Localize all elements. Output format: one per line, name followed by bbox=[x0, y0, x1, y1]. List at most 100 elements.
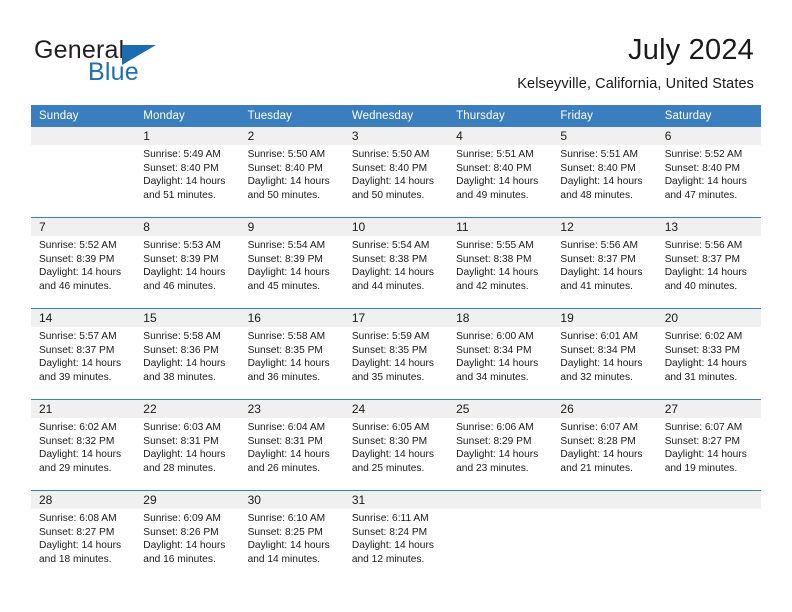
sunset-time: Sunset: 8:37 PM bbox=[39, 344, 115, 356]
calendar-day-cell[interactable]: 27 Sunrise: 6:07 AM Sunset: 8:27 PM Dayligh… bbox=[656, 399, 761, 491]
sunset-time: Sunset: 8:36 PM bbox=[143, 344, 219, 356]
general-blue-logo[interactable]: General Blue bbox=[34, 36, 264, 92]
day-cell-details: Sunrise: 5:54 AM Sunset: 8:38 PM Daylight:… bbox=[344, 236, 448, 293]
calendar-day-cell[interactable]: 22 Sunrise: 6:03 AM Sunset: 8:31 PM Dayligh… bbox=[135, 399, 240, 491]
day-number: 10 bbox=[343, 218, 449, 236]
daylight-duration-line2: and 39 minutes. bbox=[39, 371, 112, 383]
calendar-day-cell[interactable]: 9 Sunrise: 5:54 AM Sunset: 8:39 PM Daylight… bbox=[239, 217, 344, 309]
calendar-day-cell[interactable]: 18 Sunrise: 6:00 AM Sunset: 8:34 PM Dayligh… bbox=[448, 308, 553, 400]
day-number bbox=[31, 127, 136, 145]
weekday-header-tuesday: Tuesday bbox=[239, 105, 344, 127]
calendar-day-cell[interactable]: 11 Sunrise: 5:55 AM Sunset: 8:38 PM Dayligh… bbox=[448, 217, 553, 309]
weekday-header-monday: Monday bbox=[135, 105, 240, 127]
day-number: 17 bbox=[343, 309, 449, 327]
calendar-day-cell[interactable]: 8 Sunrise: 5:53 AM Sunset: 8:39 PM Daylight… bbox=[135, 217, 240, 309]
calendar-day-cell[interactable]: 23 Sunrise: 6:04 AM Sunset: 8:31 PM Dayligh… bbox=[239, 399, 344, 491]
calendar-day-cell[interactable]: 31 Sunrise: 6:11 AM Sunset: 8:24 PM Dayligh… bbox=[343, 490, 449, 581]
calendar-day-cell[interactable]: 3 Sunrise: 5:50 AM Sunset: 8:40 PM Daylight… bbox=[343, 127, 449, 218]
sunset-time: Sunset: 8:38 PM bbox=[456, 253, 532, 265]
day-number: 16 bbox=[239, 309, 344, 327]
day-number: 26 bbox=[552, 400, 657, 418]
day-cell-details: Sunrise: 5:53 AM Sunset: 8:39 PM Daylight:… bbox=[135, 236, 239, 293]
calendar-day-cell[interactable]: 29 Sunrise: 6:09 AM Sunset: 8:26 PM Dayligh… bbox=[135, 490, 240, 581]
calendar-week-row: 1 Sunrise: 5:49 AM Sunset: 8:40 PM Daylight… bbox=[31, 127, 761, 218]
sunrise-time: Sunrise: 6:03 AM bbox=[143, 422, 221, 433]
calendar-day-cell[interactable]: 15 Sunrise: 5:58 AM Sunset: 8:36 PM Dayligh… bbox=[135, 308, 240, 400]
calendar-day-cell[interactable]: 20 Sunrise: 6:02 AM Sunset: 8:33 PM Dayligh… bbox=[656, 308, 761, 400]
daylight-duration-line1: Daylight: 14 hours bbox=[456, 358, 539, 370]
calendar-week-row: 7 Sunrise: 5:52 AM Sunset: 8:39 PM Daylight… bbox=[31, 217, 761, 309]
sunrise-time: Sunrise: 6:01 AM bbox=[560, 331, 638, 342]
calendar-day-cell[interactable]: 1 Sunrise: 5:49 AM Sunset: 8:40 PM Daylight… bbox=[135, 127, 240, 218]
day-cell-inner: 22 Sunrise: 6:03 AM Sunset: 8:31 PM Dayligh… bbox=[135, 400, 240, 490]
day-cell-details: Sunrise: 6:02 AM Sunset: 8:33 PM Daylight:… bbox=[657, 327, 761, 384]
calendar-day-cell[interactable]: 14 Sunrise: 5:57 AM Sunset: 8:37 PM Dayligh… bbox=[31, 308, 136, 400]
calendar-day-cell[interactable]: 2 Sunrise: 5:50 AM Sunset: 8:40 PM Daylight… bbox=[239, 127, 344, 218]
day-cell-inner: 3 Sunrise: 5:50 AM Sunset: 8:40 PM Daylight… bbox=[343, 127, 449, 217]
sunrise-time: Sunrise: 6:11 AM bbox=[351, 513, 429, 524]
day-number: 11 bbox=[448, 218, 553, 236]
day-number: 21 bbox=[31, 400, 136, 418]
daylight-duration-line2: and 46 minutes. bbox=[39, 280, 112, 292]
sunset-time: Sunset: 8:25 PM bbox=[247, 526, 323, 538]
sunset-time: Sunset: 8:39 PM bbox=[247, 253, 323, 265]
calendar-day-cell[interactable]: 7 Sunrise: 5:52 AM Sunset: 8:39 PM Daylight… bbox=[31, 217, 136, 309]
day-cell-details: Sunrise: 6:00 AM Sunset: 8:34 PM Daylight:… bbox=[448, 327, 552, 384]
calendar-day-cell[interactable]: 4 Sunrise: 5:51 AM Sunset: 8:40 PM Daylight… bbox=[448, 127, 553, 218]
sunrise-time: Sunrise: 5:54 AM bbox=[247, 240, 326, 251]
day-cell-details: Sunrise: 5:58 AM Sunset: 8:36 PM Daylight:… bbox=[135, 327, 239, 384]
daylight-duration-line1: Daylight: 14 hours bbox=[560, 449, 643, 461]
calendar-day-cell[interactable]: 12 Sunrise: 5:56 AM Sunset: 8:37 PM Dayligh… bbox=[552, 217, 657, 309]
day-cell-inner: 6 Sunrise: 5:52 AM Sunset: 8:40 PM Daylight… bbox=[656, 127, 761, 217]
day-number: 13 bbox=[656, 218, 761, 236]
day-number: 25 bbox=[448, 400, 553, 418]
day-cell-inner: 17 Sunrise: 5:59 AM Sunset: 8:35 PM Dayligh… bbox=[343, 309, 449, 399]
daylight-duration-line2: and 38 minutes. bbox=[143, 371, 216, 383]
sunrise-time: Sunrise: 6:00 AM bbox=[456, 331, 534, 342]
day-number: 23 bbox=[239, 400, 344, 418]
day-cell-inner: 29 Sunrise: 6:09 AM Sunset: 8:26 PM Dayligh… bbox=[135, 491, 240, 581]
page-header: General Blue July 2024 Kelseyville, Cali… bbox=[0, 0, 792, 104]
daylight-duration-line2: and 45 minutes. bbox=[247, 280, 321, 292]
calendar-day-cell[interactable]: 5 Sunrise: 5:51 AM Sunset: 8:40 PM Daylight… bbox=[552, 127, 657, 218]
sunrise-time: Sunrise: 5:53 AM bbox=[143, 240, 221, 251]
day-number: 29 bbox=[135, 491, 240, 509]
calendar-day-cell[interactable]: 16 Sunrise: 5:58 AM Sunset: 8:35 PM Dayligh… bbox=[239, 308, 344, 400]
day-number: 18 bbox=[448, 309, 553, 327]
sunset-time: Sunset: 8:37 PM bbox=[560, 253, 636, 265]
daylight-duration-line1: Daylight: 14 hours bbox=[39, 540, 122, 552]
calendar-day-cell[interactable]: 26 Sunrise: 6:07 AM Sunset: 8:28 PM Dayligh… bbox=[552, 399, 657, 491]
calendar-day-cell[interactable]: 19 Sunrise: 6:01 AM Sunset: 8:34 PM Dayligh… bbox=[552, 308, 657, 400]
day-number: 27 bbox=[656, 400, 761, 418]
sunset-time: Sunset: 8:38 PM bbox=[351, 253, 428, 265]
daylight-duration-line1: Daylight: 14 hours bbox=[39, 267, 122, 279]
calendar-day-cell[interactable]: 17 Sunrise: 5:59 AM Sunset: 8:35 PM Dayligh… bbox=[343, 308, 449, 400]
day-cell-inner: 9 Sunrise: 5:54 AM Sunset: 8:39 PM Daylight… bbox=[239, 218, 344, 308]
daylight-duration-line1: Daylight: 14 hours bbox=[456, 449, 539, 461]
calendar-day-cell[interactable]: 6 Sunrise: 5:52 AM Sunset: 8:40 PM Daylight… bbox=[656, 127, 761, 218]
sunrise-time: Sunrise: 5:51 AM bbox=[456, 149, 534, 160]
calendar-day-cell[interactable]: 21 Sunrise: 6:02 AM Sunset: 8:32 PM Dayligh… bbox=[31, 399, 136, 491]
day-number: 31 bbox=[343, 491, 449, 509]
daylight-duration-line2: and 49 minutes. bbox=[456, 189, 529, 201]
day-cell-inner: 12 Sunrise: 5:56 AM Sunset: 8:37 PM Dayligh… bbox=[552, 218, 657, 308]
day-cell-inner: 19 Sunrise: 6:01 AM Sunset: 8:34 PM Dayligh… bbox=[552, 309, 657, 399]
sunset-time: Sunset: 8:31 PM bbox=[247, 435, 323, 447]
calendar-day-cell[interactable]: 24 Sunrise: 6:05 AM Sunset: 8:30 PM Dayligh… bbox=[343, 399, 449, 491]
day-cell-inner: 14 Sunrise: 5:57 AM Sunset: 8:37 PM Dayligh… bbox=[31, 309, 136, 399]
logo-text-blue: Blue bbox=[88, 58, 139, 86]
calendar-day-cell[interactable]: 13 Sunrise: 5:56 AM Sunset: 8:37 PM Dayligh… bbox=[656, 217, 761, 309]
day-cell-details: Sunrise: 6:07 AM Sunset: 8:27 PM Daylight:… bbox=[657, 418, 761, 475]
daylight-duration-line2: and 25 minutes. bbox=[351, 462, 425, 474]
day-number: 14 bbox=[31, 309, 136, 327]
sunrise-time: Sunrise: 5:49 AM bbox=[143, 149, 221, 160]
day-cell-details: Sunrise: 5:51 AM Sunset: 8:40 PM Daylight:… bbox=[448, 145, 552, 202]
calendar-day-cell[interactable]: 28 Sunrise: 6:08 AM Sunset: 8:27 PM Dayligh… bbox=[31, 490, 136, 581]
day-cell-details: Sunrise: 6:08 AM Sunset: 8:27 PM Daylight:… bbox=[31, 509, 135, 566]
sunset-time: Sunset: 8:29 PM bbox=[456, 435, 532, 447]
calendar-day-cell[interactable]: 10 Sunrise: 5:54 AM Sunset: 8:38 PM Dayligh… bbox=[343, 217, 449, 309]
calendar-day-cell[interactable]: 25 Sunrise: 6:06 AM Sunset: 8:29 PM Dayligh… bbox=[448, 399, 553, 491]
calendar-day-cell[interactable]: 30 Sunrise: 6:10 AM Sunset: 8:25 PM Dayligh… bbox=[239, 490, 344, 581]
day-cell-details: Sunrise: 5:52 AM Sunset: 8:40 PM Daylight:… bbox=[657, 145, 761, 202]
daylight-duration-line2: and 29 minutes. bbox=[39, 462, 112, 474]
